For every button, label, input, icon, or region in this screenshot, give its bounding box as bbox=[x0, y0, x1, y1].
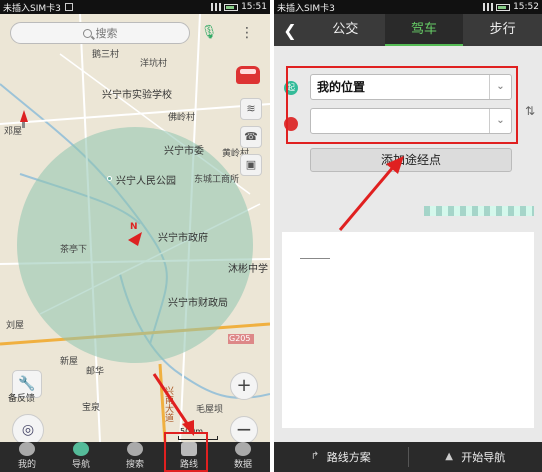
map-label: 沐彬中学 bbox=[228, 264, 268, 275]
map-label: 兴宁市实验学校 bbox=[102, 90, 172, 101]
tab-data[interactable]: 数据 bbox=[216, 442, 270, 472]
map-label: 东城工商所 bbox=[194, 175, 240, 185]
swap-icon: ⇅ bbox=[524, 104, 536, 118]
wrench-icon: 🔧 bbox=[18, 376, 36, 392]
tab-bus[interactable]: 公交 bbox=[306, 14, 385, 46]
traffic-car-icon[interactable] bbox=[236, 66, 260, 84]
location-accuracy-circle bbox=[17, 127, 253, 363]
map-view[interactable]: 鹅三村 洋坑村 兴宁市实验学校 佛岭村 兴宁市委 黄岭村 兴宁人民公园 东城工商… bbox=[0, 14, 270, 442]
search-icon bbox=[127, 442, 143, 456]
user-icon bbox=[19, 442, 35, 456]
tab-label: 搜索 bbox=[125, 460, 144, 470]
map-label: 邓屋 bbox=[4, 127, 23, 137]
mode-tab-bar: ❮ 公交 驾车 步行 bbox=[274, 14, 542, 46]
tab-mine[interactable]: 我的 bbox=[0, 442, 54, 472]
map-screen: 未插入SIM卡3 15:51 鹅三村 洋坑村 兴宁市实验学校 佛岭村 兴宁市委 … bbox=[0, 0, 270, 472]
back-button[interactable]: ❮ bbox=[274, 21, 306, 40]
battery-icon bbox=[224, 3, 239, 11]
more-button[interactable]: ⋮ bbox=[236, 22, 258, 44]
search-icon bbox=[82, 28, 92, 38]
zoom-out-button[interactable]: − bbox=[230, 416, 258, 442]
search-placeholder: 搜索 bbox=[95, 27, 118, 40]
tab-label: 数据 bbox=[233, 460, 252, 470]
map-label: 兴宁市政府 bbox=[158, 233, 208, 244]
status-bar: 未插入SIM卡3 15:52 bbox=[274, 0, 542, 14]
road-badge: G205 bbox=[229, 334, 251, 343]
status-bar: 未插入SIM卡3 15:51 bbox=[0, 0, 270, 14]
route-plan-button[interactable]: ↱ 路线方案 bbox=[274, 449, 408, 465]
route-screen: 未插入SIM卡3 15:52 ❮ 公交 驾车 步行 起 我的位置 ⌄ ⌄ ⇅ 添… bbox=[274, 0, 542, 472]
phone-icon: ☎ bbox=[244, 130, 258, 143]
map-label: 佛岭村 bbox=[168, 113, 196, 123]
carrier-text: 未插入SIM卡3 bbox=[277, 3, 335, 14]
map-label: 兴宁市财政局 bbox=[168, 298, 228, 309]
navigate-arrow-icon: ▲ bbox=[445, 451, 453, 462]
zoom-in-button[interactable]: + bbox=[230, 372, 258, 400]
chevron-left-icon: ❮ bbox=[283, 20, 297, 40]
map-label: 新屋 bbox=[60, 357, 79, 367]
signal-icon bbox=[211, 3, 222, 11]
tab-search[interactable]: 搜索 bbox=[108, 442, 162, 472]
annotation-arrow bbox=[152, 373, 194, 436]
annotation-arrow bbox=[338, 156, 404, 231]
start-navigation-button[interactable]: ▲ 开始导航 bbox=[409, 449, 542, 465]
start-navigation-label: 开始导航 bbox=[461, 451, 506, 464]
search-input[interactable]: 搜索 bbox=[10, 22, 190, 44]
signal-icon bbox=[483, 3, 494, 11]
voice-search-button[interactable]: 🎙 bbox=[198, 22, 220, 44]
cloud-icon bbox=[235, 442, 251, 456]
bottom-tab-bar: 我的 导航 搜索 路线 数据 bbox=[0, 442, 270, 472]
history-panel bbox=[282, 232, 534, 428]
notification-icon bbox=[64, 3, 73, 11]
highlight-box bbox=[286, 66, 518, 144]
layers-button[interactable]: ≋ bbox=[240, 98, 262, 120]
map-label: 兴宁人民公园 bbox=[116, 176, 176, 187]
tab-walk[interactable]: 步行 bbox=[463, 14, 542, 46]
microphone-icon: 🎙 bbox=[200, 25, 218, 40]
tab-drive[interactable]: 驾车 bbox=[384, 14, 464, 46]
map-label: 宝泉 bbox=[82, 403, 101, 413]
compass-n: N bbox=[130, 222, 138, 232]
redacted-strip bbox=[424, 206, 534, 216]
battery-icon bbox=[496, 3, 511, 11]
map-label: 鹅三村 bbox=[92, 50, 120, 60]
tools-label: 备反馈 bbox=[8, 394, 36, 404]
route-icon: ↱ bbox=[310, 451, 320, 462]
navigate-icon bbox=[73, 442, 89, 456]
tab-navigate[interactable]: 导航 bbox=[54, 442, 108, 472]
crosshair-icon: ◎ bbox=[21, 422, 35, 438]
tab-label: 我的 bbox=[17, 460, 36, 470]
map-label: 刘屋 bbox=[6, 321, 25, 331]
map-label: 邮华 bbox=[86, 367, 105, 377]
divider-line bbox=[300, 258, 330, 259]
bottom-action-bar: ↱ 路线方案 ▲ 开始导航 bbox=[274, 442, 542, 472]
carrier-text: 未插入SIM卡3 bbox=[3, 3, 61, 14]
route-plan-label: 路线方案 bbox=[326, 451, 371, 464]
camera-button[interactable]: ▣ bbox=[240, 154, 262, 176]
camera-icon: ▣ bbox=[245, 158, 257, 171]
map-label: 兴宁市委 bbox=[164, 146, 204, 157]
park-poi-icon bbox=[107, 176, 112, 181]
layers-icon: ≋ bbox=[246, 102, 256, 115]
locate-button[interactable]: ◎ bbox=[12, 414, 44, 442]
clock: 15:52 bbox=[513, 2, 539, 12]
swap-button[interactable]: ⇅ bbox=[522, 104, 538, 126]
map-label: 洋坑村 bbox=[140, 59, 168, 69]
phone-button[interactable]: ☎ bbox=[240, 126, 262, 148]
map-label: 茶亭下 bbox=[60, 245, 88, 255]
clock: 15:51 bbox=[241, 2, 267, 12]
menu-icon: ⋮ bbox=[240, 25, 254, 41]
tab-label: 导航 bbox=[71, 460, 90, 470]
map-label: 毛屋坝 bbox=[196, 405, 224, 415]
